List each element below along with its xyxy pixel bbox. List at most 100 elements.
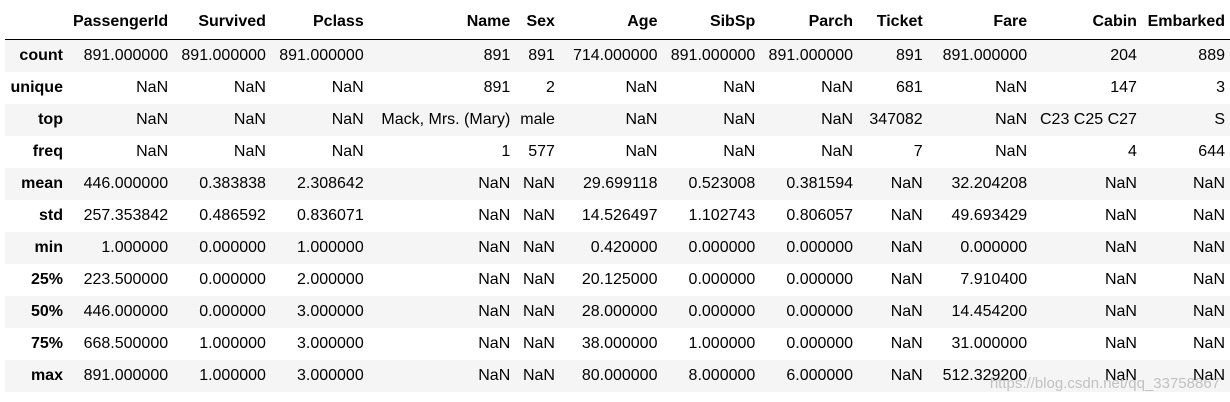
row-label: max: [30, 367, 63, 384]
table-cell: 0.836071: [296, 207, 364, 224]
row-label: min: [34, 239, 63, 256]
table-row: 75% 668.500000 1.000000 3.000000 NaN NaN 38.00…: [5, 328, 1230, 360]
table-cell: 0.383838: [199, 175, 266, 192]
table-cell: NaN: [331, 79, 364, 96]
table-cell: NaN: [995, 79, 1028, 96]
table-cell: 1.102743: [688, 207, 756, 224]
table-cell: NaN: [136, 79, 169, 96]
table-cell: 14.454200: [951, 303, 1028, 320]
table-cell: 0.000000: [688, 271, 756, 288]
table-cell: NaN: [478, 207, 511, 224]
table-cell: 3.000000: [296, 335, 364, 352]
table-row: min 1.000000 0.000000 1.000000 NaN NaN 0.42000…: [5, 232, 1230, 264]
table-cell: NaN: [1104, 303, 1137, 320]
table-cell: Mack, Mrs. (Mary): [381, 111, 511, 128]
describe-table: PassengerId Survived Pclass Name Sex Age SibSp…: [5, 5, 1230, 392]
table-cell: 20.125000: [581, 271, 658, 288]
column-header: SibSp: [662, 5, 761, 40]
table-body: count 891.000000 891.000000 891.000000 891 89…: [5, 39, 1230, 392]
table-cell: 1.000000: [101, 239, 169, 256]
table-cell: NaN: [136, 143, 169, 160]
table-cell: NaN: [478, 367, 511, 384]
table-cell: NaN: [890, 303, 923, 320]
table-cell: 28.000000: [581, 303, 658, 320]
table-cell: 1.000000: [688, 335, 756, 352]
column-header: PassengerId: [67, 5, 174, 40]
table-cell: 891: [896, 47, 923, 64]
table-cell: NaN: [522, 367, 555, 384]
table-cell: 891.000000: [181, 47, 266, 64]
table-cell: NaN: [625, 79, 658, 96]
table-cell: 38.000000: [581, 335, 658, 352]
table-cell: 1.000000: [199, 367, 266, 384]
row-label: freq: [32, 143, 63, 160]
column-header: Embarked: [1141, 5, 1230, 40]
table-cell: NaN: [478, 335, 511, 352]
table-cell: 891.000000: [768, 47, 854, 64]
table-cell: 577: [528, 143, 555, 160]
table-cell: NaN: [890, 175, 923, 192]
table-cell: NaN: [522, 271, 555, 288]
table-row: freq NaN NaN NaN 1 577 NaN NaN NaN 7 NaN 4 644: [5, 136, 1230, 168]
table-cell: NaN: [723, 143, 756, 160]
table-cell: 7: [913, 143, 923, 160]
table-cell: 0.806057: [786, 207, 854, 224]
table-cell: NaN: [1192, 271, 1225, 288]
table-cell: NaN: [890, 335, 923, 352]
row-label: top: [38, 111, 63, 128]
table-cell: 0.000000: [688, 303, 756, 320]
table-cell: 0.000000: [199, 303, 266, 320]
table-cell: C23 C25 C27: [1040, 111, 1137, 128]
row-label: unique: [10, 79, 63, 96]
table-cell: 891: [483, 79, 511, 96]
table-cell: 3.000000: [296, 367, 364, 384]
table-cell: NaN: [625, 111, 658, 128]
table-cell: NaN: [890, 271, 923, 288]
table-cell: 2.000000: [296, 271, 364, 288]
table-cell: 668.500000: [83, 335, 169, 352]
table-cell: 347082: [869, 111, 923, 128]
column-header: Ticket: [858, 5, 928, 40]
column-header: Survived: [173, 5, 271, 40]
table-row: count 891.000000 891.000000 891.000000 891 89…: [5, 39, 1230, 72]
table-cell: 0.381594: [786, 175, 854, 192]
table-cell: NaN: [995, 143, 1028, 160]
table-cell: NaN: [1192, 303, 1225, 320]
watermark: https://blog.csdn.net/qq_33758867: [989, 375, 1220, 392]
table-cell: 8.000000: [688, 367, 756, 384]
table-cell: NaN: [625, 143, 658, 160]
table-cell: NaN: [1104, 207, 1137, 224]
table-cell: 223.500000: [83, 271, 169, 288]
index-header: [5, 5, 68, 40]
table-cell: 4: [1128, 143, 1137, 160]
table-cell: 32.204208: [951, 175, 1028, 192]
table-row: unique NaN NaN NaN 891 2 NaN NaN NaN 681 NaN 147 3: [5, 72, 1230, 104]
table-cell: 891.000000: [83, 367, 169, 384]
table-cell: 3: [1216, 79, 1225, 96]
table-cell: NaN: [478, 239, 511, 256]
table-cell: NaN: [233, 79, 266, 96]
table-cell: 0.000000: [960, 239, 1028, 256]
table-cell: 446.000000: [83, 303, 169, 320]
header-row: PassengerId Survived Pclass Name Sex Age SibSp…: [5, 5, 1230, 40]
table-cell: 0.000000: [786, 239, 854, 256]
table-cell: 714.000000: [572, 47, 658, 64]
table-cell: NaN: [1192, 175, 1225, 192]
table-cell: 1: [501, 143, 511, 160]
table-cell: NaN: [821, 79, 854, 96]
row-label: 75%: [30, 335, 63, 352]
table-cell: 1.000000: [199, 335, 266, 352]
table-cell: NaN: [233, 111, 266, 128]
row-label: std: [38, 207, 63, 224]
table-cell: NaN: [522, 239, 555, 256]
table-cell: male: [520, 111, 555, 128]
table-row: std 257.353842 0.486592 0.836071 NaN NaN 14.52…: [5, 200, 1230, 232]
table-cell: NaN: [723, 111, 756, 128]
table-cell: NaN: [1192, 335, 1225, 352]
table-cell: 0.000000: [786, 335, 854, 352]
table-cell: 14.526497: [581, 207, 658, 224]
table-cell: NaN: [522, 207, 555, 224]
table-cell: 891: [483, 47, 511, 64]
row-label: 50%: [30, 303, 63, 320]
table-cell: 147: [1110, 79, 1137, 96]
